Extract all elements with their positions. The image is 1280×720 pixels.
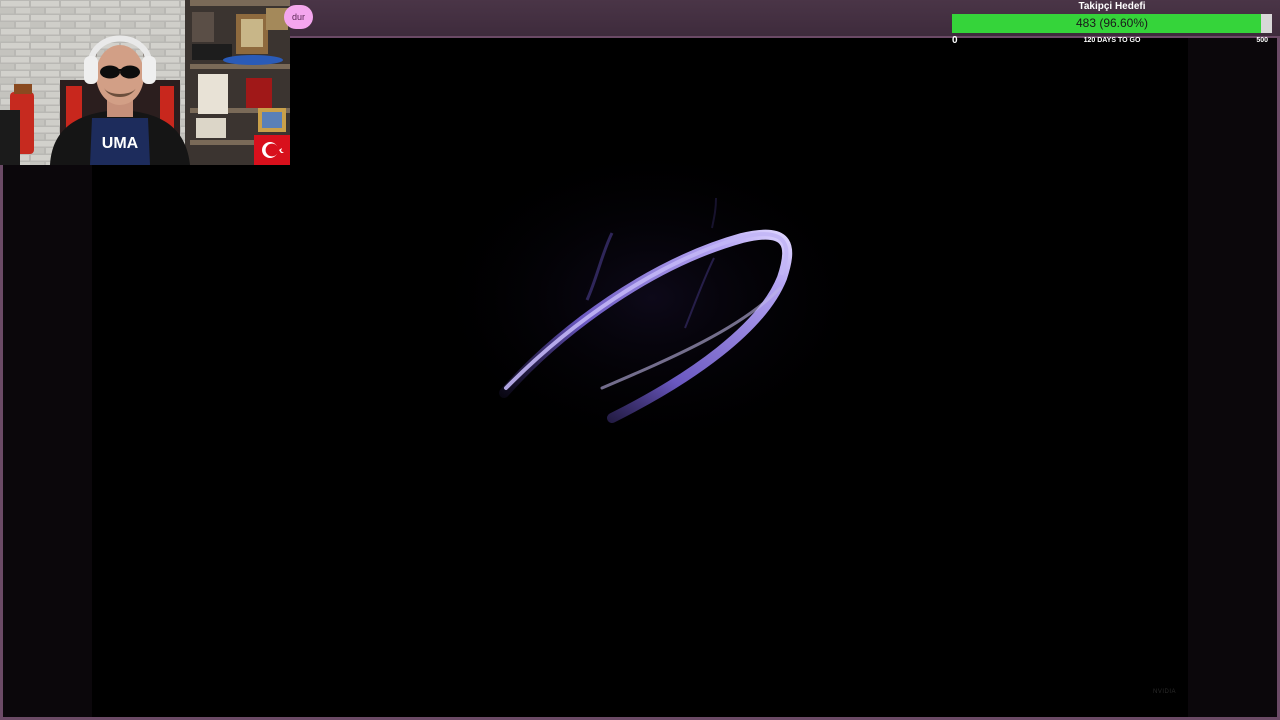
goal-progress-value: 483 (96.60%) <box>1075 16 1149 30</box>
goal-days-remaining: 120 DAYS TO GO <box>1083 37 1141 44</box>
stream-screen: NVIDIA UMA dur Takipçi Hedefi 483 (96.60… <box>0 0 1280 720</box>
webcam-image: UMA <box>0 0 290 165</box>
video-watermark: NVIDIA <box>1152 689 1176 695</box>
webcam-label-pill: dur <box>284 5 313 29</box>
right-margin <box>1188 38 1277 717</box>
shirt-logo: UMA <box>102 135 139 152</box>
webcam-feed: UMA <box>0 0 290 165</box>
goal-title: Takipçi Hedefi <box>1078 1 1146 12</box>
goal-progress-bar: 483 (96.60%) <box>952 14 1272 33</box>
follower-goal-widget: Takipçi Hedefi 483 (96.60%) 0 120 DAYS T… <box>952 0 1274 48</box>
goal-max-label: 500 <box>1256 37 1268 44</box>
